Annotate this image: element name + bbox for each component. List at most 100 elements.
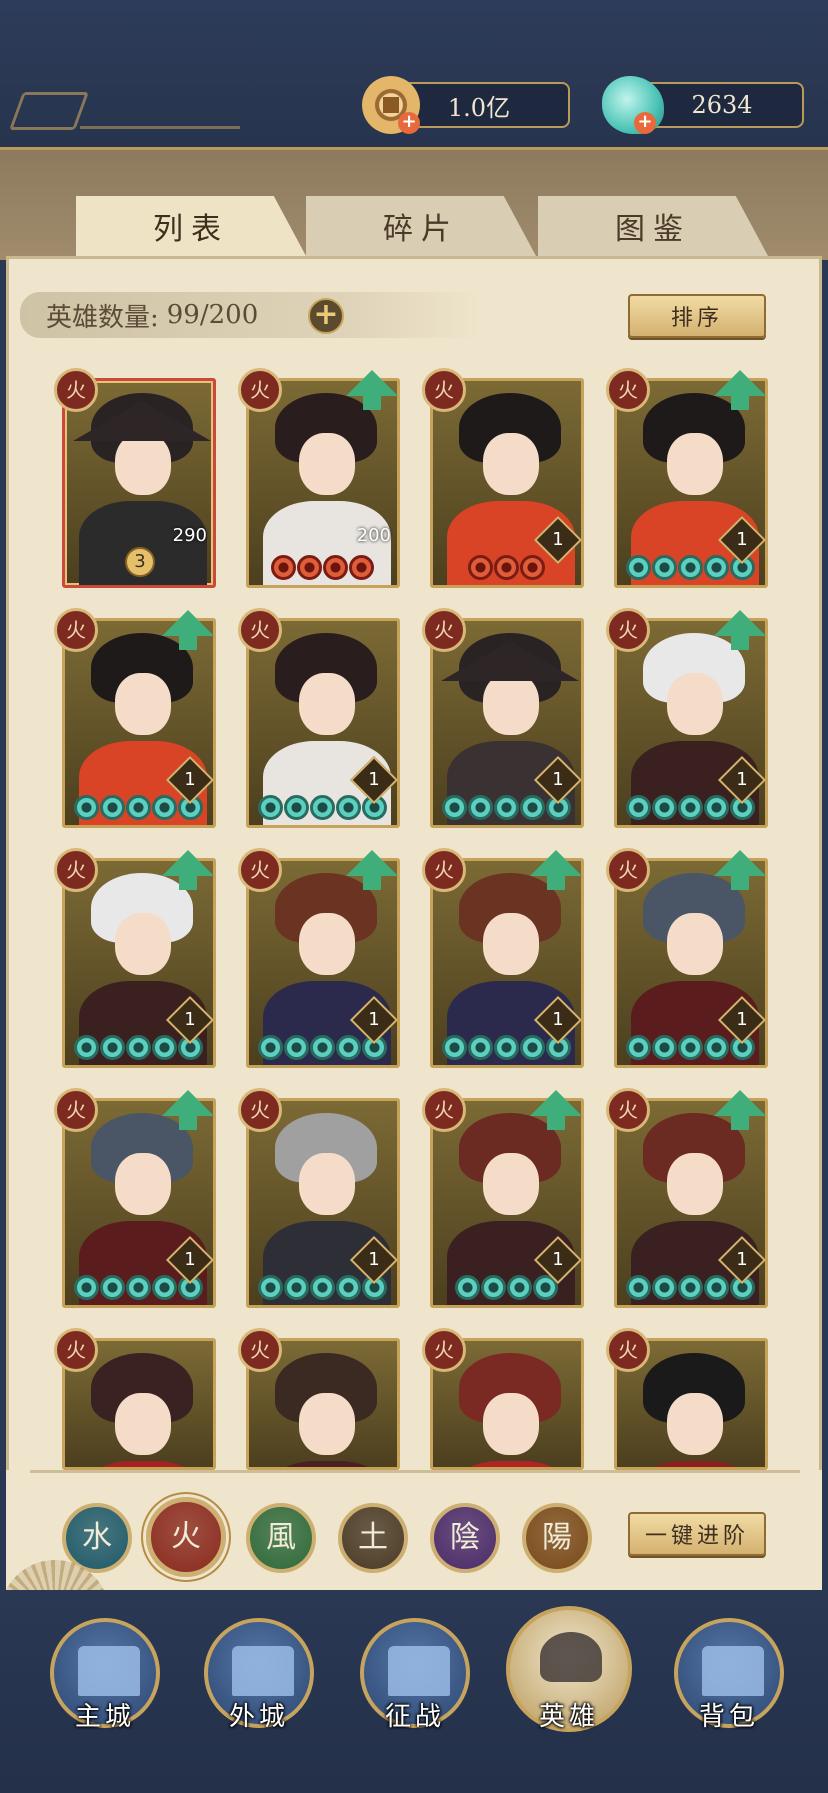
hero-face xyxy=(667,433,723,495)
add-coin-button[interactable]: + xyxy=(398,112,420,134)
jade-bead-icon xyxy=(468,795,493,820)
star-beads xyxy=(626,1275,755,1300)
jade-bead-icon xyxy=(704,795,729,820)
jade-bead-icon xyxy=(507,1275,532,1300)
jade-bead-icon xyxy=(126,1275,151,1300)
jade-bead-icon xyxy=(284,1275,309,1300)
star-beads xyxy=(258,1275,387,1300)
star-beads xyxy=(626,555,755,580)
jade-bead-icon xyxy=(678,1035,703,1060)
wind-filter[interactable]: 風 xyxy=(246,1503,316,1573)
red-bead-icon xyxy=(271,555,296,580)
sort-label: 排序 xyxy=(670,306,723,331)
red-bead-icon xyxy=(520,555,545,580)
upgrade-arrow-icon xyxy=(530,850,582,890)
level-value: 1 xyxy=(368,769,380,790)
sort-button[interactable]: 排序 xyxy=(628,294,766,338)
level-value: 1 xyxy=(368,1249,380,1270)
hero-face xyxy=(667,1153,723,1215)
yin-filter[interactable]: 陰 xyxy=(430,1503,500,1573)
jade-bead-icon xyxy=(258,795,283,820)
expand-capacity-button[interactable]: + xyxy=(308,298,344,334)
level-value: 1 xyxy=(184,769,196,790)
hero-face xyxy=(115,673,171,735)
one-key-advance-button[interactable]: 一键进阶 xyxy=(628,1512,766,1556)
jade-bead-icon xyxy=(442,795,467,820)
hero-face xyxy=(667,1393,723,1455)
star-beads xyxy=(455,1275,558,1300)
upgrade-arrow-icon xyxy=(714,370,766,410)
level-value: 1 xyxy=(552,1249,564,1270)
yang-filter[interactable]: 陽 xyxy=(522,1503,592,1573)
jade-bead-icon xyxy=(100,1275,125,1300)
upgrade-arrow-icon xyxy=(530,1090,582,1130)
upgrade-arrow-icon xyxy=(162,1090,214,1130)
jade-bead-icon xyxy=(310,1035,335,1060)
jade-bead-icon xyxy=(626,795,651,820)
fire-element-icon: 火 xyxy=(238,1088,282,1132)
red-bead-icon xyxy=(349,555,374,580)
level-value: 1 xyxy=(184,1249,196,1270)
hero-face xyxy=(483,1153,539,1215)
hero-robe xyxy=(79,1461,207,1467)
jade-counter: 2634 xyxy=(640,82,804,128)
jade-bead-icon xyxy=(152,1275,177,1300)
jade-bead-icon xyxy=(152,1035,177,1060)
fire-element-icon: 火 xyxy=(238,1328,282,1372)
jade-bead-icon xyxy=(626,1035,651,1060)
tab-codex[interactable]: 图鉴 xyxy=(538,196,768,256)
star-beads xyxy=(74,1035,203,1060)
nav-label: 背包 xyxy=(698,1702,759,1732)
hero-icon xyxy=(540,1632,602,1682)
star-beads xyxy=(74,1275,203,1300)
jade-bead-icon xyxy=(468,1035,493,1060)
red-bead-icon xyxy=(494,555,519,580)
hero-face xyxy=(483,1393,539,1455)
jade-bead-icon xyxy=(74,795,99,820)
star-beads xyxy=(271,555,374,580)
outer-city-icon xyxy=(232,1646,294,1696)
jade-bead-icon xyxy=(284,795,309,820)
hero-robe xyxy=(631,1461,759,1467)
jade-bead-icon xyxy=(310,795,335,820)
jade-value: 2634 xyxy=(691,91,753,119)
tab-shards[interactable]: 碎片 xyxy=(306,196,536,256)
fire-filter[interactable]: 火 xyxy=(146,1497,226,1577)
red-bead-icon xyxy=(323,555,348,580)
fire-element-icon: 火 xyxy=(54,848,98,892)
jade-bead-icon xyxy=(336,1275,361,1300)
red-bead-icon xyxy=(468,555,493,580)
upgrade-arrow-icon xyxy=(162,610,214,650)
divider xyxy=(30,1470,800,1473)
jade-bead-icon xyxy=(652,795,677,820)
jade-bead-icon xyxy=(455,1275,480,1300)
star-beads xyxy=(468,555,545,580)
jade-bead-icon xyxy=(336,795,361,820)
upgrade-arrow-icon xyxy=(346,370,398,410)
hero-count-bar: 英雄数量: 99/200 xyxy=(20,292,480,338)
fire-element-icon: 火 xyxy=(422,608,466,652)
earth-filter[interactable]: 土 xyxy=(338,1503,408,1573)
fire-element-icon: 火 xyxy=(238,608,282,652)
fire-element-icon: 火 xyxy=(422,1088,466,1132)
one-key-advance-label: 一键进阶 xyxy=(644,1524,749,1549)
jade-bead-icon xyxy=(336,1035,361,1060)
jade-bead-icon xyxy=(100,1035,125,1060)
hero-face xyxy=(483,913,539,975)
tab-list[interactable]: 列表 xyxy=(76,196,306,256)
divider xyxy=(80,126,240,129)
nav-label: 主城 xyxy=(74,1702,135,1732)
level-value: 1 xyxy=(736,529,748,550)
jade-bead-icon xyxy=(481,1275,506,1300)
hero-face xyxy=(299,1153,355,1215)
level-value: 1 xyxy=(368,1009,380,1030)
shard-count: 290 xyxy=(172,525,207,546)
level-value: 1 xyxy=(736,1009,748,1030)
red-bead-icon xyxy=(297,555,322,580)
add-jade-button[interactable]: + xyxy=(634,112,656,134)
hero-face xyxy=(299,433,355,495)
nav-label: 英雄 xyxy=(538,1702,599,1732)
hero-face xyxy=(115,433,171,495)
hero-face xyxy=(667,673,723,735)
jade-bead-icon xyxy=(626,555,651,580)
